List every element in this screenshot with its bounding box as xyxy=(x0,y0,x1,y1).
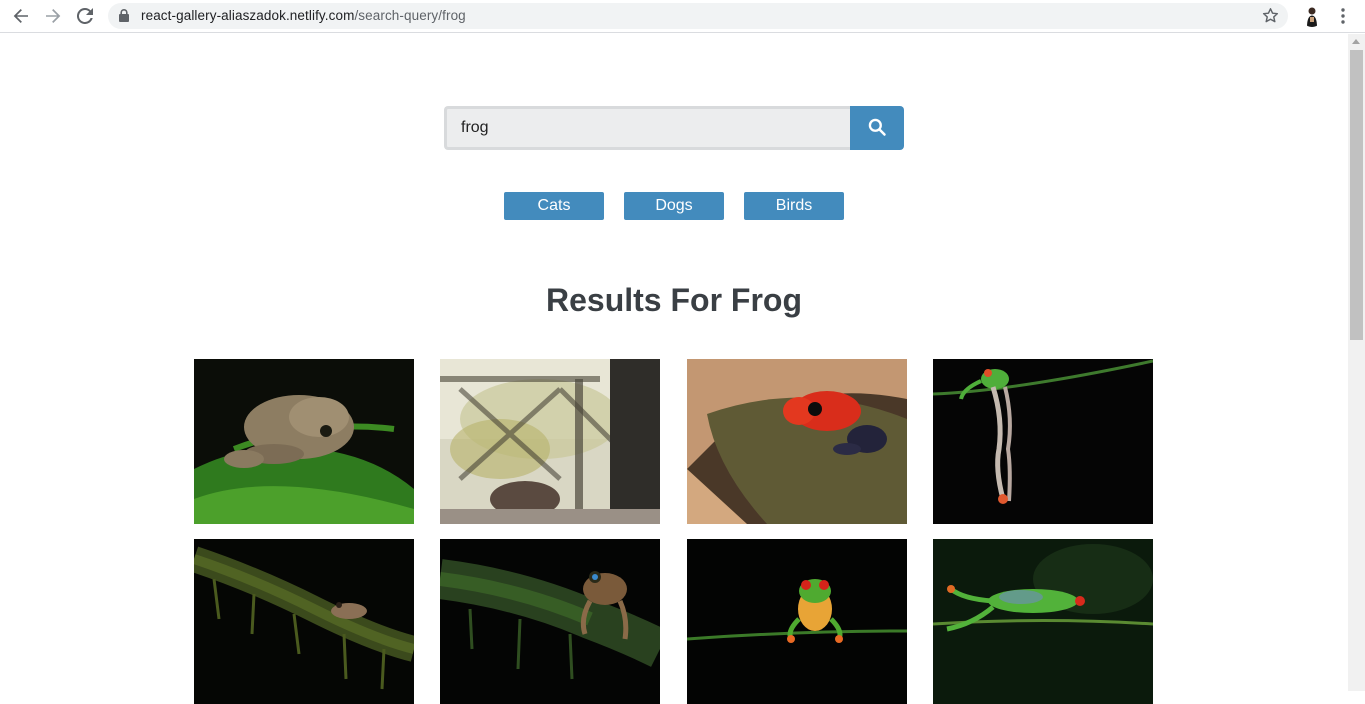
gallery-photo-window[interactable] xyxy=(440,359,660,524)
gallery-photo-red-eyed-frog[interactable] xyxy=(687,539,907,704)
search-input[interactable] xyxy=(444,106,852,150)
back-icon[interactable] xyxy=(8,4,34,28)
scroll-thumb[interactable] xyxy=(1350,50,1363,340)
url-host: react-gallery-aliaszadok.netlify.com xyxy=(141,8,355,23)
gallery-photo-hanging-frog[interactable] xyxy=(933,359,1153,524)
search-form xyxy=(444,106,904,150)
category-nav: Cats Dogs Birds xyxy=(504,192,844,220)
gallery-photo-vine-frog[interactable] xyxy=(933,539,1153,704)
nav-link-birds[interactable]: Birds xyxy=(744,192,844,220)
browser-toolbar: react-gallery-aliaszadok.netlify.com/sea… xyxy=(0,0,1365,33)
results-title: Results For Frog xyxy=(545,282,802,318)
vertical-scrollbar[interactable] xyxy=(1348,34,1365,691)
page-content: Cats Dogs Birds Results For Frog xyxy=(0,34,1348,704)
profile-avatar[interactable] xyxy=(1301,5,1323,27)
url-path: /search-query/frog xyxy=(354,8,466,23)
gallery-photo-climbing-frog[interactable] xyxy=(440,539,660,704)
gallery-photo-brown-frog[interactable] xyxy=(194,359,414,524)
url-text: react-gallery-aliaszadok.netlify.com/sea… xyxy=(141,8,466,23)
menu-icon[interactable] xyxy=(1334,5,1352,27)
search-icon xyxy=(867,117,887,140)
lock-icon xyxy=(119,9,129,27)
nav-link-dogs[interactable]: Dogs xyxy=(624,192,724,220)
star-icon[interactable] xyxy=(1262,7,1279,29)
forward-icon[interactable] xyxy=(40,4,66,28)
reload-icon[interactable] xyxy=(72,4,98,28)
gallery-photo-mossy-frog[interactable] xyxy=(194,539,414,704)
scroll-up-arrow-icon[interactable] xyxy=(1352,39,1360,44)
nav-link-cats[interactable]: Cats xyxy=(504,192,604,220)
address-bar[interactable]: react-gallery-aliaszadok.netlify.com/sea… xyxy=(108,3,1288,29)
gallery-photo-red-frog[interactable] xyxy=(687,359,907,524)
search-button[interactable] xyxy=(850,106,904,150)
